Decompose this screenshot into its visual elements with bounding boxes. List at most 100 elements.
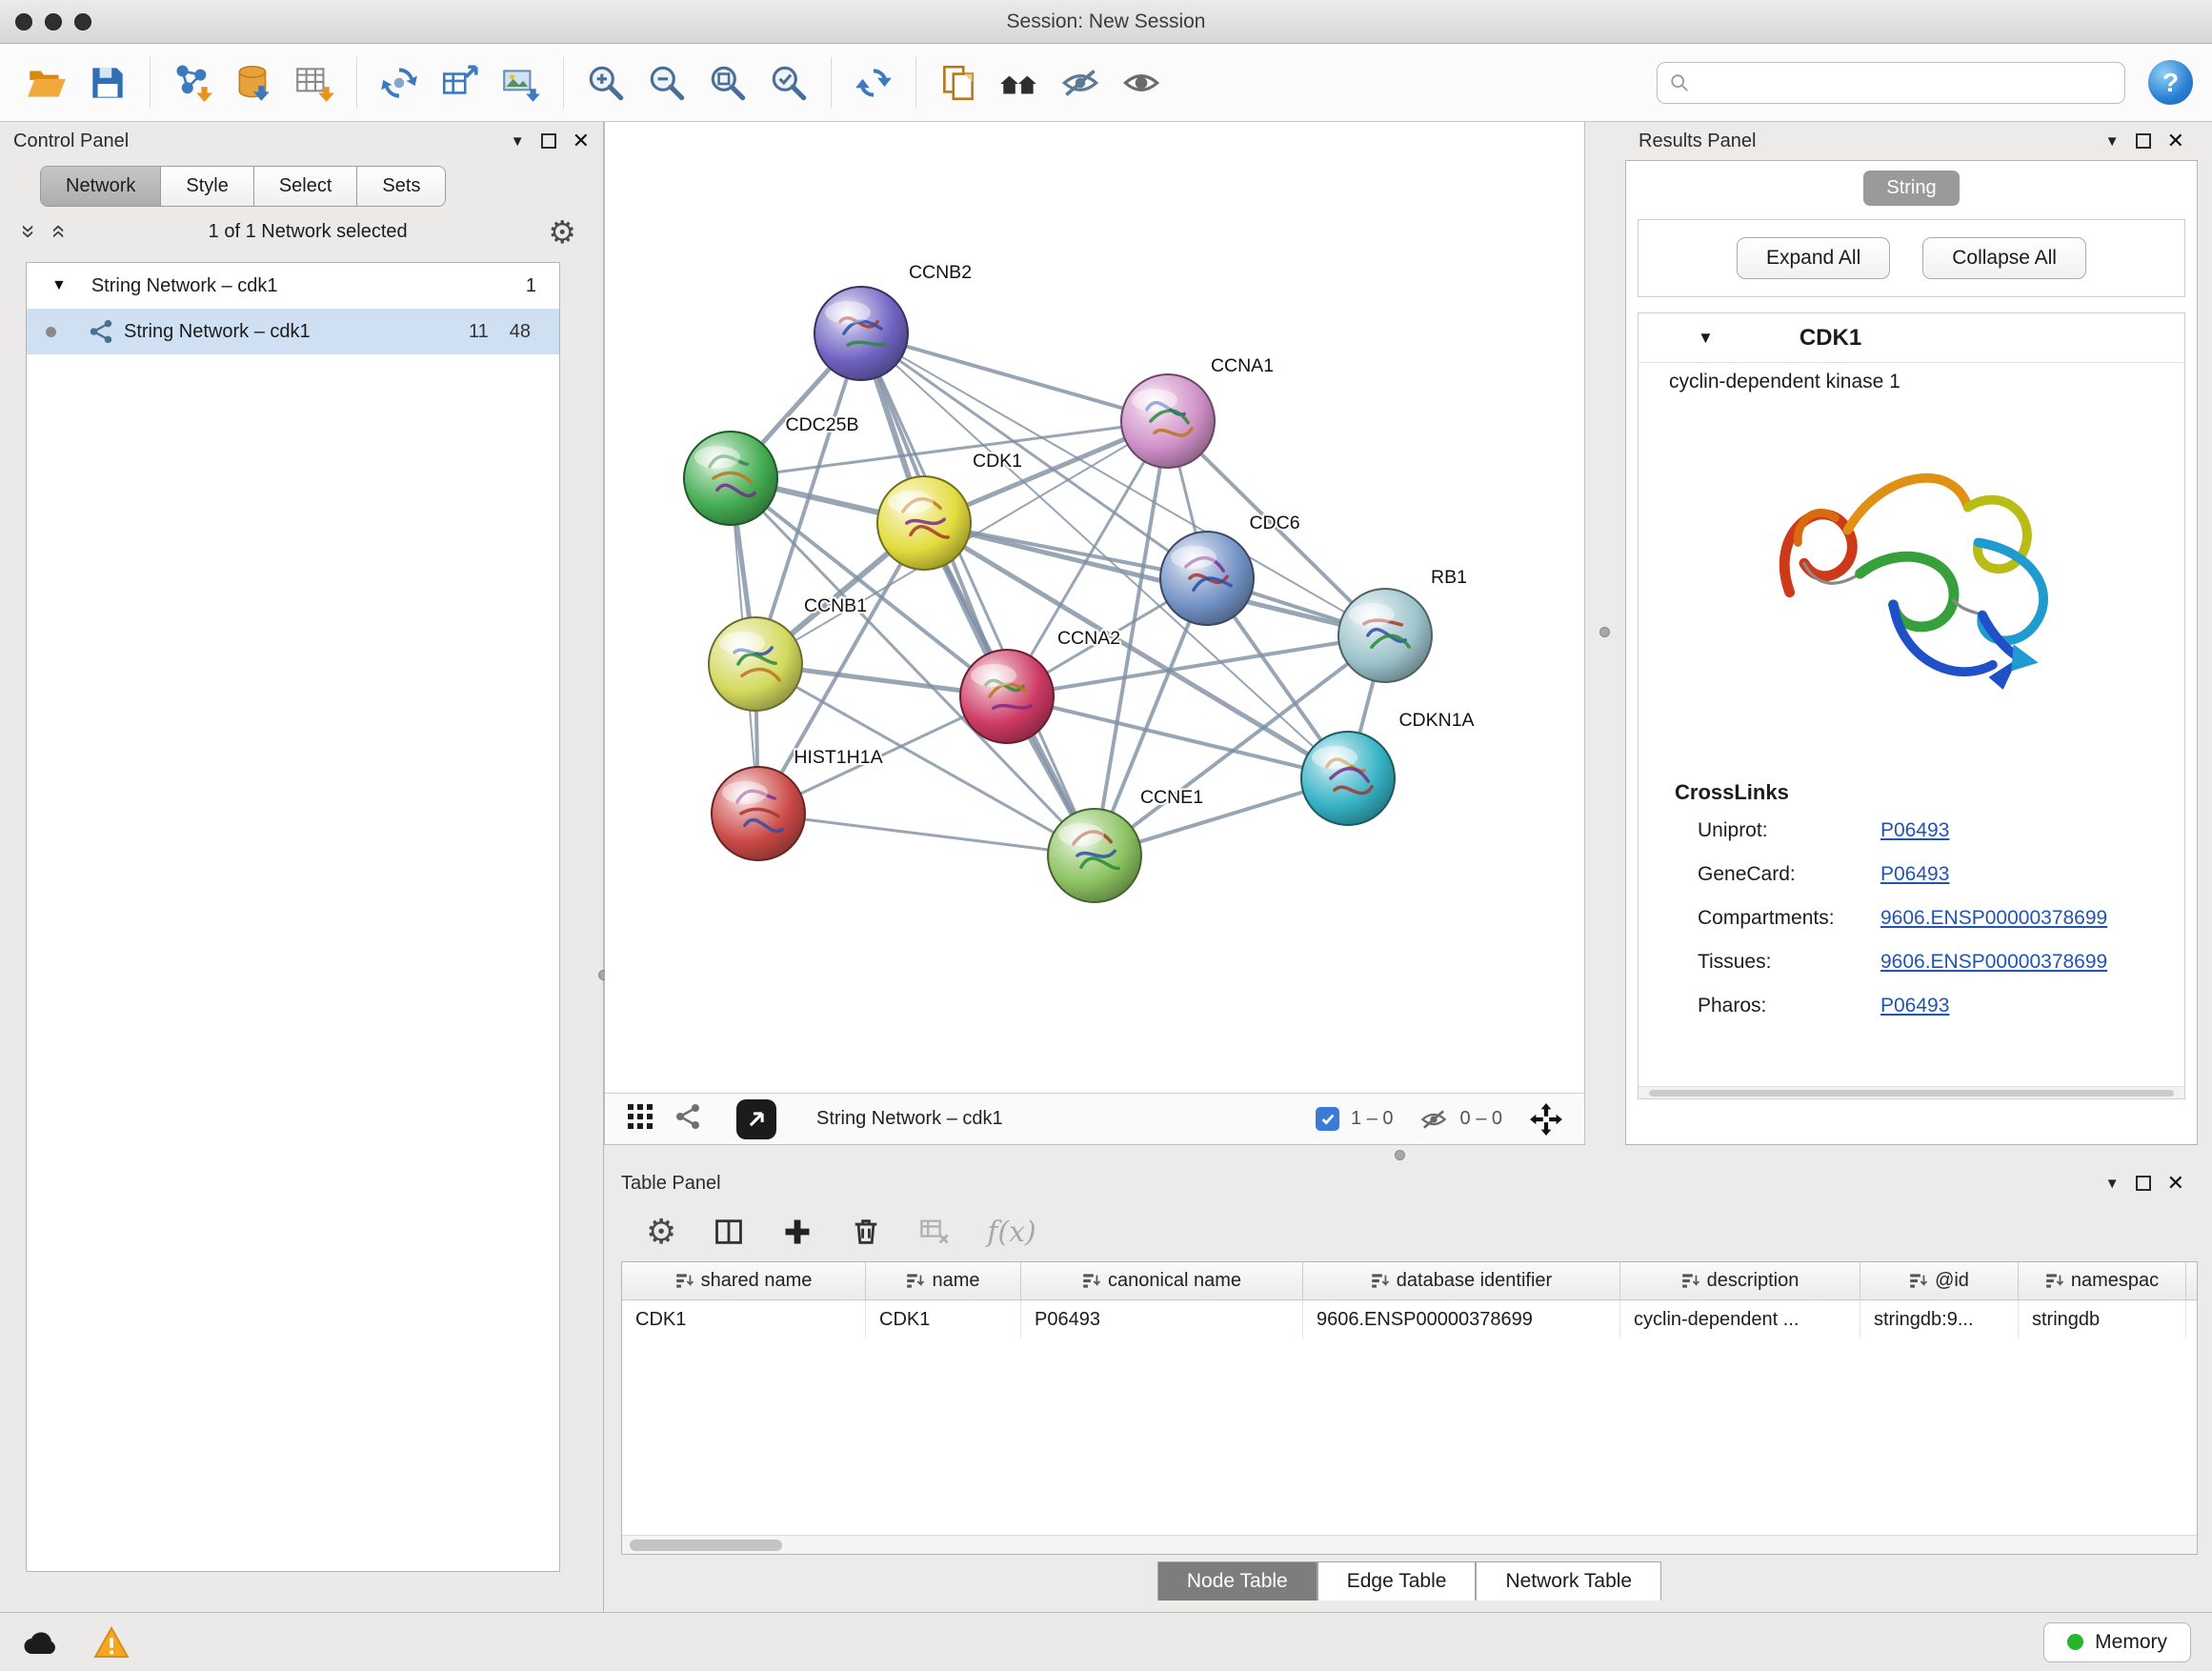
horizontal-splitter[interactable] [604, 1145, 2212, 1164]
close-window-button[interactable] [15, 13, 32, 30]
import-network-from-file-icon[interactable] [165, 55, 220, 111]
column-header-name[interactable]: name [866, 1262, 1021, 1299]
help-button[interactable]: ? [2148, 60, 2193, 105]
table-cell[interactable]: cyclin-dependent ... [1620, 1300, 1860, 1339]
crosslink-link[interactable]: P06493 [1880, 995, 1949, 1017]
float-table-panel-icon[interactable]: ▼ [2105, 1176, 2120, 1192]
table-row[interactable]: CDK1CDK1P064939606.ENSP00000378699cyclin… [622, 1300, 2197, 1339]
collection-expander-icon[interactable]: ▼ [51, 277, 67, 294]
column-header--id[interactable]: @id [1860, 1262, 2019, 1299]
column-header-namespac[interactable]: namespac [2019, 1262, 2186, 1299]
horizontal-splitter-handle[interactable] [1395, 1150, 1405, 1160]
node-CCNB2[interactable] [814, 287, 908, 380]
table-cell[interactable]: 9606.ENSP00000378699 [1303, 1300, 1620, 1339]
results-tab-string[interactable]: String [1863, 171, 1959, 206]
table-horizontal-scrollbar[interactable] [622, 1535, 2197, 1554]
crosslink-link[interactable]: P06493 [1880, 863, 1949, 886]
crosslink-link[interactable]: 9606.ENSP00000378699 [1880, 907, 2107, 930]
zoom-in-icon[interactable] [578, 55, 633, 111]
table-cell[interactable]: CDK1 [622, 1300, 866, 1339]
network-collection-row[interactable]: ▼ String Network – cdk1 1 [27, 263, 559, 309]
node-CDC25B[interactable] [684, 432, 777, 525]
memory-button[interactable]: Memory [2043, 1622, 2191, 1662]
maximize-window-button[interactable] [74, 13, 91, 30]
expand-all-button[interactable]: Expand All [1737, 237, 1890, 279]
zoom-fit-content-icon[interactable] [700, 55, 755, 111]
new-network-icon[interactable] [372, 55, 427, 111]
entry-scrollbar[interactable] [1639, 1086, 2184, 1098]
float-panel-icon[interactable]: ▼ [511, 133, 525, 150]
minimize-window-button[interactable] [45, 13, 62, 30]
column-header-database-identifier[interactable]: database identifier [1303, 1262, 1620, 1299]
node-HIST1H1A[interactable] [712, 767, 805, 860]
vertical-splitter[interactable] [1585, 122, 1625, 1145]
network-share-icon[interactable] [674, 1102, 702, 1137]
collapse-all-networks-icon[interactable]: « [49, 225, 73, 238]
cloud-icon[interactable] [21, 1627, 63, 1658]
home-views-icon[interactable] [992, 55, 1047, 111]
network-row[interactable]: String Network – cdk1 11 48 [27, 309, 559, 354]
column-header-description[interactable]: description [1620, 1262, 1860, 1299]
export-image-icon[interactable] [493, 55, 549, 111]
tab-node-table[interactable]: Node Table [1157, 1561, 1317, 1601]
crosslink-link[interactable]: P06493 [1880, 819, 1949, 842]
close-results-panel-icon[interactable]: ✕ [2167, 131, 2184, 151]
apply-layout-icon[interactable] [846, 55, 901, 111]
tab-sets[interactable]: Sets [357, 167, 445, 206]
table-cell[interactable]: stringdb:9... [1860, 1300, 2019, 1339]
column-header-canonical-name[interactable]: canonical name [1021, 1262, 1303, 1299]
pan-move-icon[interactable] [1529, 1102, 1563, 1137]
search-input[interactable] [1657, 62, 2125, 104]
hide-selected-icon[interactable] [1053, 55, 1108, 111]
control-panel-tabs: Network Style Select Sets [40, 166, 446, 207]
export-network-icon[interactable] [432, 55, 488, 111]
column-header-shared-name[interactable]: shared name [622, 1262, 866, 1299]
table-settings-gear-icon[interactable]: ⚙ [646, 1215, 676, 1249]
node-CCNB1[interactable] [709, 617, 802, 711]
show-graphics-details-icon[interactable] [1114, 55, 1169, 111]
table-cell[interactable]: P06493 [1021, 1300, 1303, 1339]
tab-style[interactable]: Style [161, 167, 253, 206]
zoom-selected-icon[interactable] [761, 55, 816, 111]
maximize-table-panel-icon[interactable] [2136, 1176, 2151, 1191]
expand-all-networks-icon[interactable]: » [17, 225, 42, 238]
edge-CCNB2-CCNA1[interactable] [861, 333, 1168, 421]
node-CCNA2[interactable] [960, 650, 1054, 743]
import-network-from-database-icon[interactable] [226, 55, 281, 111]
birds-eye-grid-icon[interactable] [626, 1102, 654, 1137]
maximize-results-panel-icon[interactable] [2136, 133, 2151, 149]
node-CDKN1A[interactable] [1301, 732, 1395, 825]
delete-column-icon[interactable] [850, 1216, 882, 1248]
network-options-gear-icon[interactable]: ⚙ [548, 216, 576, 248]
tab-network-table[interactable]: Network Table [1476, 1561, 1661, 1601]
close-table-panel-icon[interactable]: ✕ [2167, 1173, 2184, 1194]
add-column-icon[interactable] [781, 1216, 814, 1248]
search-icon [1669, 72, 1690, 93]
node-CCNA1[interactable] [1121, 374, 1215, 468]
show-columns-icon[interactable] [713, 1216, 745, 1248]
save-session-icon[interactable] [80, 55, 135, 111]
vertical-splitter-handle[interactable] [1599, 627, 1610, 637]
network-snapshot-icon[interactable] [931, 55, 986, 111]
tab-edge-table[interactable]: Edge Table [1317, 1561, 1477, 1601]
edge-HIST1H1A-CCNE1[interactable] [758, 814, 1095, 856]
open-session-icon[interactable] [19, 55, 74, 111]
tab-select[interactable]: Select [254, 167, 358, 206]
edge-CCNB2-CCNE1[interactable] [861, 333, 1095, 856]
search-field[interactable] [1698, 72, 2113, 93]
tab-network[interactable]: Network [41, 167, 161, 206]
float-results-panel-icon[interactable]: ▼ [2105, 133, 2120, 150]
warnings-indicator[interactable] [93, 1626, 130, 1659]
collapse-all-button[interactable]: Collapse All [1922, 237, 2086, 279]
table-cell[interactable]: stringdb [2019, 1300, 2186, 1339]
crosslink-link[interactable]: 9606.ENSP00000378699 [1880, 951, 2107, 974]
zoom-out-icon[interactable] [639, 55, 694, 111]
selected-nodes-checkbox-icon[interactable] [1316, 1107, 1339, 1131]
table-cell[interactable]: CDK1 [866, 1300, 1021, 1339]
maximize-panel-icon[interactable] [541, 133, 556, 149]
import-table-from-file-icon[interactable] [287, 55, 342, 111]
close-panel-icon[interactable]: ✕ [573, 131, 590, 151]
open-in-new-window-button[interactable] [736, 1099, 776, 1139]
entry-collapse-icon[interactable]: ▼ [1698, 329, 1714, 348]
network-canvas[interactable]: CCNB2CCNA1CDC25BCDK1CDC6RB1CCNB1CCNA2CDK… [605, 122, 1584, 1093]
